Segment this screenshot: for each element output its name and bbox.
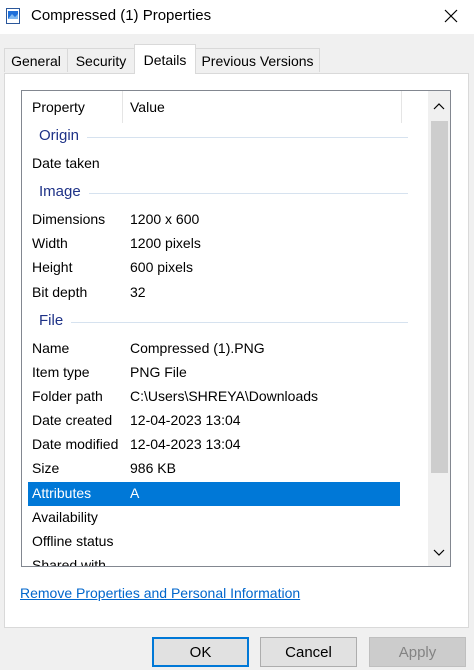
button-label: Apply xyxy=(398,643,437,661)
property-name: Shared with xyxy=(32,557,106,567)
property-name: Size xyxy=(32,460,60,476)
image-file-icon xyxy=(6,8,20,24)
tab-strip: General Security Details Previous Versio… xyxy=(0,44,474,74)
property-value: PNG File xyxy=(130,364,187,380)
property-value: 1200 x 600 xyxy=(130,211,200,227)
tab-security[interactable]: Security xyxy=(67,48,135,72)
button-label: Cancel xyxy=(285,643,332,661)
column-header: Property Value xyxy=(22,91,424,123)
list-item-selected[interactable]: Attributes A xyxy=(28,482,400,506)
property-name: Name xyxy=(32,340,70,356)
property-name: Width xyxy=(32,235,68,251)
list-item[interactable]: Name Compressed (1).PNG xyxy=(22,337,424,361)
vertical-scrollbar[interactable] xyxy=(428,91,450,566)
list-item[interactable]: Offline status xyxy=(22,530,424,554)
property-name: Attributes xyxy=(32,485,92,501)
button-label: OK xyxy=(189,643,212,661)
group-divider xyxy=(39,137,408,138)
list-item[interactable]: Dimensions 1200 x 600 xyxy=(22,208,424,232)
tab-label: Details xyxy=(143,51,187,68)
property-name: Offline status xyxy=(32,533,114,549)
column-property[interactable]: Property xyxy=(32,99,85,115)
list-item[interactable]: Item type PNG File xyxy=(22,361,424,385)
group-image[interactable]: Image xyxy=(22,181,424,205)
property-name: Date created xyxy=(32,412,113,428)
property-list[interactable]: Property Value Origin Date taken Image D… xyxy=(21,90,451,567)
scroll-down-button[interactable] xyxy=(428,538,450,566)
remove-properties-link[interactable]: Remove Properties and Personal Informati… xyxy=(20,585,300,601)
property-value: 986 KB xyxy=(130,460,176,476)
property-value: 1200 pixels xyxy=(130,235,201,251)
list-item[interactable]: Folder path C:\Users\SHREYA\Downloads xyxy=(22,385,424,409)
property-value: Compressed (1).PNG xyxy=(130,340,265,356)
group-label: Origin xyxy=(39,127,88,144)
ok-button[interactable]: OK xyxy=(152,637,249,667)
scroll-thumb[interactable] xyxy=(431,121,448,473)
details-panel: Property Value Origin Date taken Image D… xyxy=(4,73,469,628)
tab-general[interactable]: General xyxy=(4,48,68,72)
tab-details[interactable]: Details xyxy=(134,44,196,74)
window-title: Compressed (1) Properties xyxy=(31,7,212,24)
list-item[interactable]: Size 986 KB xyxy=(22,457,424,481)
property-name: Availability xyxy=(32,509,98,525)
list-item[interactable]: Date created 12-04-2023 13:04 xyxy=(22,409,424,433)
property-name: Folder path xyxy=(32,388,103,404)
list-item[interactable]: Date taken xyxy=(22,152,424,176)
column-divider[interactable] xyxy=(401,91,402,123)
cancel-button[interactable]: Cancel xyxy=(260,637,357,667)
property-value: 32 xyxy=(130,284,146,300)
property-name: Bit depth xyxy=(32,284,88,300)
list-item[interactable]: Height 600 pixels xyxy=(22,256,424,280)
property-name: Height xyxy=(32,259,73,275)
list-item[interactable]: Width 1200 pixels xyxy=(22,232,424,256)
close-button[interactable] xyxy=(428,0,474,34)
group-file[interactable]: File xyxy=(22,310,424,334)
property-value: C:\Users\SHREYA\Downloads xyxy=(130,388,319,404)
list-item[interactable]: Date modified 12-04-2023 13:04 xyxy=(22,433,424,457)
property-value: A xyxy=(130,485,140,501)
tab-label: Security xyxy=(75,52,127,69)
property-name: Dimensions xyxy=(32,211,106,227)
title-bar: Compressed (1) Properties xyxy=(0,0,474,34)
group-origin[interactable]: Origin xyxy=(22,125,424,149)
group-divider xyxy=(39,193,408,194)
column-divider[interactable] xyxy=(122,91,123,123)
list-item[interactable]: Availability xyxy=(22,506,424,530)
list-item[interactable]: Bit depth 32 xyxy=(22,281,424,305)
chevron-down-icon xyxy=(433,544,445,560)
apply-button[interactable]: Apply xyxy=(369,637,466,667)
group-label: File xyxy=(39,312,72,329)
property-value: 12-04-2023 13:04 xyxy=(130,436,241,452)
group-divider xyxy=(39,322,408,323)
tab-previous-versions[interactable]: Previous Versions xyxy=(195,48,320,72)
tab-label: Previous Versions xyxy=(201,52,314,69)
property-name: Item type xyxy=(32,364,90,380)
scroll-up-button[interactable] xyxy=(428,91,450,119)
group-label: Image xyxy=(39,183,89,200)
property-value: 12-04-2023 13:04 xyxy=(130,412,241,428)
chevron-up-icon xyxy=(433,97,445,113)
property-value: 600 pixels xyxy=(130,259,194,275)
tab-label: General xyxy=(11,52,61,69)
column-value[interactable]: Value xyxy=(130,99,165,115)
property-name: Date taken xyxy=(32,155,100,171)
list-item[interactable]: Shared with xyxy=(22,554,424,567)
property-name: Date modified xyxy=(32,436,119,452)
close-icon xyxy=(444,9,458,26)
